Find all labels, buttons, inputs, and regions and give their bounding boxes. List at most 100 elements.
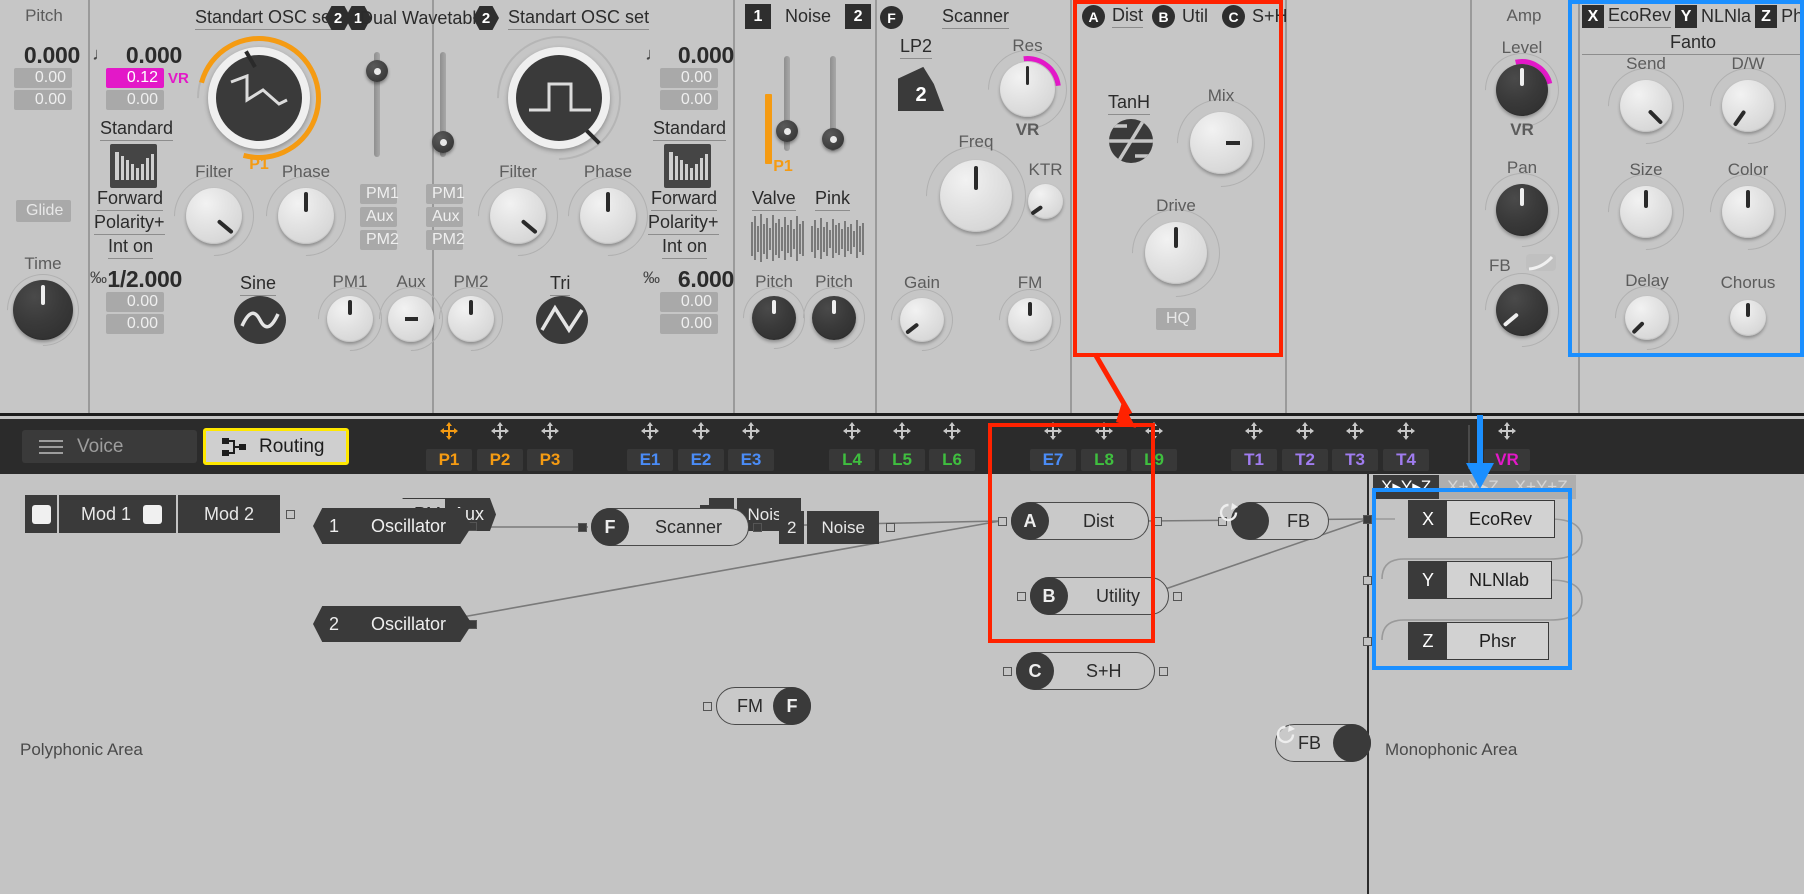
tab-voice[interactable]: Voice	[22, 430, 197, 463]
osc2-title[interactable]: Standart OSC set	[508, 7, 650, 30]
dual-wavetable-title[interactable]: Dual Wavetable	[360, 8, 486, 29]
tab-dist[interactable]: A Dist	[1082, 5, 1143, 28]
fx-color-knob[interactable]: Color	[1694, 158, 1802, 266]
amp-level-knob[interactable]: Level VR	[1469, 37, 1575, 143]
noise2-level-handle[interactable]	[822, 128, 844, 150]
pitch-mod1-chip[interactable]: 0.00	[14, 68, 72, 88]
scanner-input-port[interactable]	[578, 522, 587, 532]
tanh-curve-icon[interactable]	[1107, 118, 1155, 164]
osc1-pm2-knob[interactable]: PM2	[425, 272, 517, 365]
osc1-mode[interactable]: Standard	[100, 118, 174, 141]
osc1-polarity[interactable]: Polarity+	[94, 212, 165, 235]
osc2-filter-knob[interactable]: Filter	[461, 159, 575, 273]
osc1-aux-button[interactable]: Aux	[360, 207, 397, 227]
osc1-title[interactable]: Standart OSC set	[195, 7, 337, 30]
osc2-aux-button[interactable]: Aux	[426, 207, 463, 227]
tab-sh[interactable]: C S+H	[1222, 5, 1288, 28]
osc2-header[interactable]: 2 Standart OSC set	[473, 6, 650, 30]
osc1-wavetable-icon[interactable]	[110, 144, 157, 188]
sh-pill[interactable]: C S+H	[1016, 652, 1155, 690]
mod-slot-e7[interactable]: E7	[1030, 422, 1076, 471]
dist-mix-knob[interactable]: Mix	[1158, 80, 1284, 206]
mod-slot-e2[interactable]: E2	[678, 422, 724, 471]
routing-feedback-top[interactable]: FB	[1218, 502, 1330, 540]
fb-top-pill[interactable]: FB	[1219, 502, 1330, 540]
fx-z-badge[interactable]: Z	[1755, 5, 1778, 28]
wavetable-slider-1-handle[interactable]	[366, 60, 388, 82]
osc1-ratio-value[interactable]: 1/2.000	[100, 266, 182, 293]
mod-slot-t1[interactable]: T1	[1231, 422, 1277, 471]
fx-y-input-port[interactable]	[1363, 576, 1372, 585]
osc2-pm1-button[interactable]: PM1	[426, 184, 465, 204]
mod-slot-p1[interactable]: P1	[426, 422, 472, 471]
fm-pill[interactable]: FM F	[716, 687, 811, 725]
dist-algorithm[interactable]: TanH	[1108, 92, 1151, 115]
glide-time-knob[interactable]: Time	[0, 254, 94, 361]
dist-input-port[interactable]	[998, 516, 1007, 526]
osc1-note-value[interactable]: 0.000	[100, 42, 182, 69]
dist-output-port[interactable]	[1153, 516, 1162, 526]
fx-x-input-port[interactable]	[1363, 515, 1372, 524]
scanner-filter-type[interactable]: LP2	[900, 36, 933, 59]
mod-1-node[interactable]: Mod 1	[59, 495, 177, 533]
osc2-polarity[interactable]: Polarity+	[648, 212, 719, 235]
tab-util[interactable]: B Util	[1152, 5, 1208, 28]
osc1-wave-name[interactable]: Sine	[240, 273, 277, 296]
mod-2-node[interactable]: Mod 2	[178, 495, 281, 533]
osc1-aux-knob[interactable]: Aux	[365, 272, 457, 365]
osc1-ratio-mod2[interactable]: 0.00	[106, 314, 164, 334]
mod-slot-l6[interactable]: L6	[929, 422, 975, 471]
mod-slot-t2[interactable]: T2	[1282, 422, 1328, 471]
fx-chorus-knob[interactable]: Chorus	[1721, 273, 1775, 336]
osc2-direction[interactable]: Forward	[651, 188, 718, 211]
mod-slot-t4[interactable]: T4	[1383, 422, 1429, 471]
scanner-freq-knob[interactable]: Freq	[905, 125, 1047, 267]
scanner-gain-knob[interactable]: Gain	[878, 273, 966, 364]
routing-scanner[interactable]: F Scanner	[578, 508, 763, 546]
noise-2-node[interactable]: 2 Noise	[779, 511, 895, 544]
scanner-ktr-knob[interactable]: KTR	[1028, 160, 1063, 219]
osc1-mod1-chip[interactable]: 0.12	[106, 68, 164, 88]
osc1-wave-knob[interactable]: P1	[171, 10, 347, 186]
scanner-badge[interactable]: F	[880, 6, 903, 29]
dual-wavetable-header[interactable]: 2 Dual Wavetable	[325, 6, 486, 30]
osc1-pm1-button[interactable]: PM1	[360, 184, 399, 204]
scanner-pill[interactable]: F Scanner	[591, 508, 750, 546]
fx-delay-knob[interactable]: Delay	[1601, 271, 1693, 364]
fx-z-label[interactable]: Phsr	[1781, 6, 1804, 27]
osc2-note-value[interactable]: 0.000	[652, 42, 734, 69]
osc1-ratio-mod1[interactable]: 0.00	[106, 292, 164, 312]
osc1-mod2-chip[interactable]: 0.00	[106, 90, 164, 110]
mod-slot-l5[interactable]: L5	[879, 422, 925, 471]
osc2-wave-name[interactable]: Tri	[550, 273, 571, 296]
mod-slot-t3[interactable]: T3	[1332, 422, 1378, 471]
wavetable-slider-2-handle[interactable]	[432, 131, 454, 153]
routing-utility[interactable]: B Utility	[1017, 577, 1182, 615]
utility-output-port[interactable]	[1173, 591, 1182, 601]
sh-input-port[interactable]	[1003, 666, 1012, 676]
sh-output-port[interactable]	[1158, 666, 1168, 676]
fx-mode-parallel-2[interactable]: X+Y+Z	[1506, 474, 1576, 499]
mod-slot-l4[interactable]: L4	[829, 422, 875, 471]
routing-sample-hold[interactable]: C S+H	[1003, 652, 1168, 690]
triangle-waveform-icon[interactable]	[536, 296, 588, 344]
osc2-ratio-mod1[interactable]: 0.00	[660, 292, 718, 312]
mod-slot-p3[interactable]: P3	[527, 422, 573, 471]
tab-routing[interactable]: Routing	[203, 428, 349, 465]
osc2-mod1-chip[interactable]: 0.00	[660, 68, 718, 88]
osc1-interp[interactable]: Int on	[108, 236, 154, 259]
dual-wavetable-badge[interactable]: 2	[325, 6, 351, 30]
fx-size-knob[interactable]: Size	[1592, 158, 1700, 266]
routing-feedback-bottom[interactable]: FB	[1275, 724, 1372, 762]
dist-drive-knob[interactable]: Drive	[1113, 190, 1239, 316]
routing-oscillator-1[interactable]: 1 Oscillator	[313, 508, 478, 544]
routing-fx-z[interactable]: Z Phsr	[1408, 622, 1550, 660]
fx-x-label[interactable]: EcoRev	[1608, 5, 1672, 28]
pitch-value[interactable]: 0.000	[0, 42, 80, 69]
fx-mode-serial[interactable]: X▸Y▸Z	[1373, 474, 1440, 499]
pitch-mod2-chip[interactable]: 0.00	[14, 90, 72, 110]
routing-dist[interactable]: A Dist	[998, 502, 1162, 540]
osc1-pm2-button[interactable]: PM2	[360, 230, 399, 250]
osc2-phase-knob[interactable]: Phase	[551, 159, 665, 273]
fm-input-port[interactable]	[703, 701, 712, 711]
